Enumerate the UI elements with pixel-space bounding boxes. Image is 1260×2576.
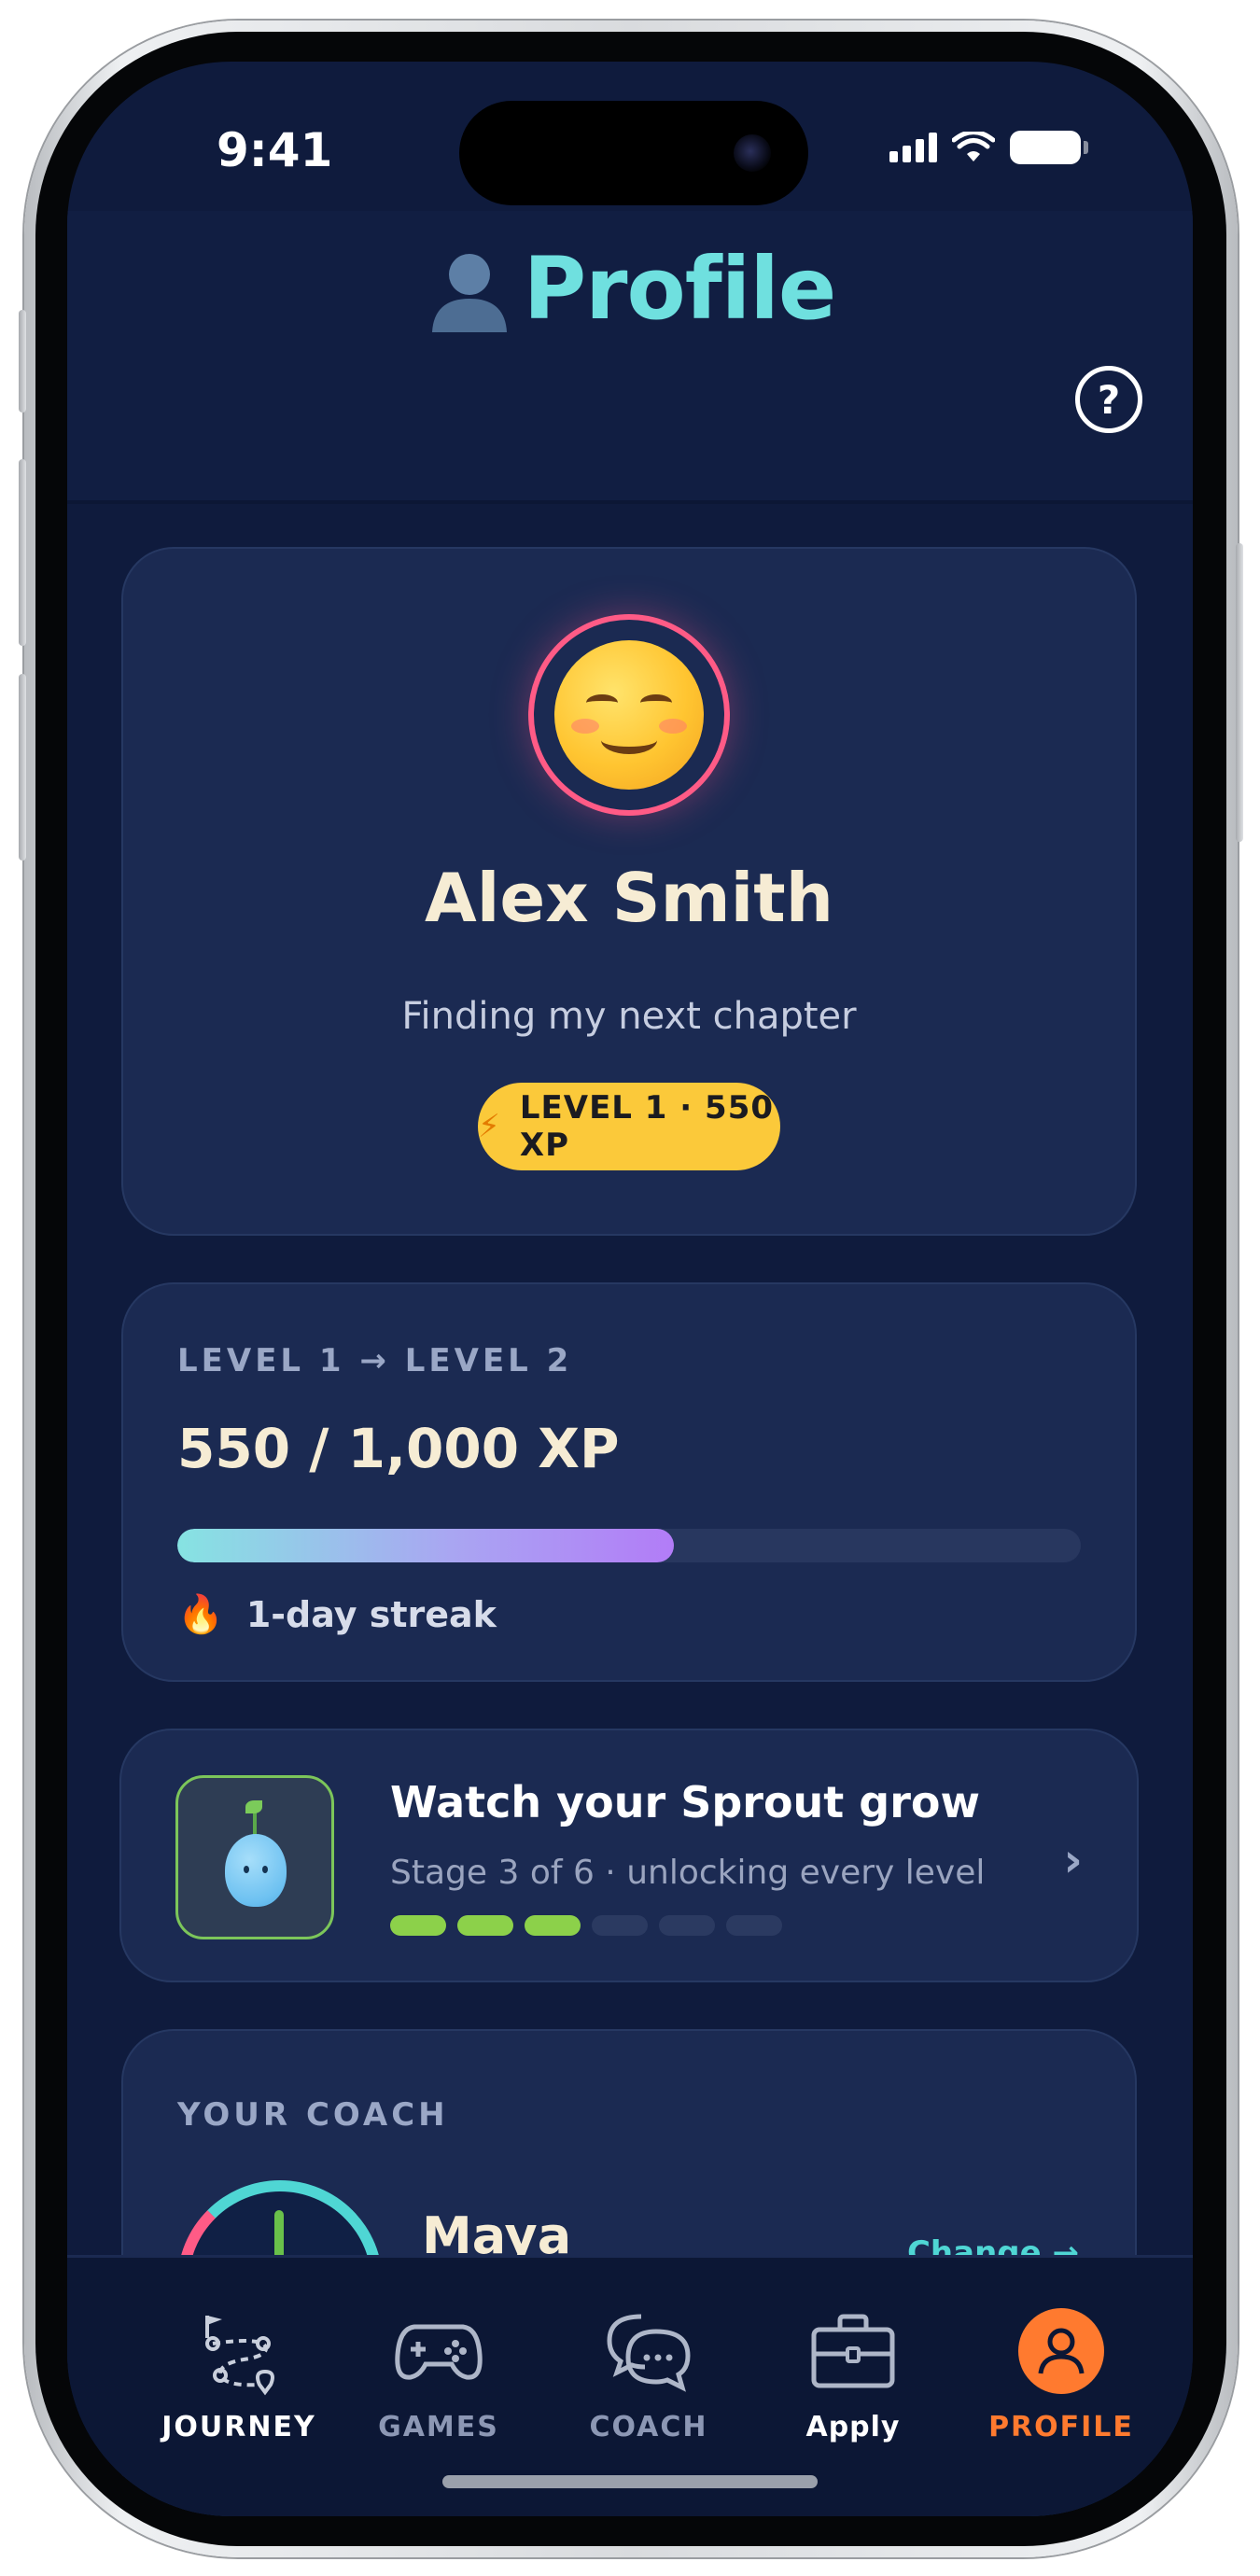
- tab-profile-label: PROFILE: [988, 2411, 1134, 2443]
- wifi-icon: [952, 132, 995, 161]
- status-time: 9:41: [217, 123, 333, 177]
- profile-icon: [1018, 2308, 1104, 2394]
- flame-icon: 🔥: [177, 1593, 224, 1636]
- xp-progress-fill: [177, 1529, 675, 1562]
- person-icon: [431, 253, 507, 332]
- signal-icon: [889, 133, 937, 162]
- tab-apply[interactable]: Apply: [746, 2258, 960, 2444]
- help-button[interactable]: ?: [1075, 366, 1142, 433]
- briefcase-icon: [811, 2314, 895, 2388]
- battery-icon: [1010, 131, 1088, 164]
- smiling-face-icon: [554, 640, 704, 790]
- sprout-stage-progress: [390, 1915, 782, 1936]
- action-button: [19, 310, 26, 413]
- profile-tagline: Finding my next chapter: [401, 995, 857, 1038]
- level-badge-label: LEVEL 1 · 550 XP: [519, 1089, 775, 1164]
- lightning-icon: ⚡: [478, 1108, 501, 1145]
- tab-games[interactable]: GAMES: [331, 2258, 546, 2444]
- bottom-tab-bar: JOURNEY GAMES COACH Apply PROFILE: [67, 2255, 1193, 2516]
- status-icons: [889, 131, 1088, 164]
- streak-row: 🔥 1-day streak: [177, 1592, 497, 1636]
- level-badge: ⚡ LEVEL 1 · 550 XP: [478, 1083, 780, 1170]
- streak-label: 1-day streak: [245, 1593, 497, 1635]
- sprout-stage-dot: [592, 1915, 648, 1936]
- gamepad-icon: [395, 2324, 483, 2380]
- xp-progress-card: LEVEL 1 → LEVEL 2 550 / 1,000 XP 🔥 1-day…: [121, 1282, 1137, 1682]
- page-title-text: Profile: [523, 239, 836, 339]
- coach-kicker: YOUR COACH: [177, 2096, 449, 2134]
- status-bar: 9:41: [67, 62, 1193, 211]
- xp-level-kicker: LEVEL 1 → LEVEL 2: [177, 1342, 573, 1379]
- page-title: Profile: [67, 239, 1193, 339]
- sprout-title: Watch your Sprout grow: [390, 1777, 981, 1827]
- sprout-stage-dot: [659, 1915, 715, 1936]
- tab-games-label: GAMES: [378, 2411, 499, 2443]
- journey-map-icon: [205, 2316, 274, 2396]
- tab-coach[interactable]: COACH: [541, 2258, 756, 2444]
- sprout-card[interactable]: Watch your Sprout grow Stage 3 of 6 · un…: [119, 1729, 1139, 1982]
- xp-value: 550 / 1,000 XP: [177, 1417, 620, 1480]
- chevron-right-icon: ›: [1063, 1833, 1083, 1887]
- tab-apply-label: Apply: [805, 2411, 901, 2443]
- sprout-thumbnail: [175, 1775, 334, 1939]
- volume-down-button: [19, 674, 26, 861]
- tab-profile[interactable]: PROFILE: [954, 2258, 1169, 2444]
- home-indicator[interactable]: [442, 2475, 818, 2488]
- profile-card: Alex Smith Finding my next chapter ⚡ LEV…: [121, 547, 1137, 1236]
- power-button: [1236, 543, 1243, 842]
- app-screen: 9:41 Profile ? Alex Smith Finding my nex…: [67, 62, 1193, 2516]
- header-divider: [67, 500, 1193, 504]
- sprout-stage-dot: [726, 1915, 782, 1936]
- sprout-stage-dot: [525, 1915, 581, 1936]
- sprout-stage-dot: [457, 1915, 513, 1936]
- volume-up-button: [19, 459, 26, 646]
- tab-journey[interactable]: JOURNEY: [132, 2258, 346, 2444]
- sprout-subtitle: Stage 3 of 6 · unlocking every level: [390, 1854, 986, 1892]
- dynamic-island: [459, 101, 808, 205]
- sprout-icon: [225, 1834, 287, 1907]
- avatar[interactable]: [528, 614, 730, 816]
- camera-icon: [734, 134, 771, 172]
- tab-coach-label: COACH: [589, 2411, 708, 2443]
- chat-bubbles-icon: [607, 2314, 691, 2392]
- profile-name: Alex Smith: [425, 859, 833, 937]
- xp-progress-bar: [177, 1529, 1081, 1562]
- sprout-stage-dot: [390, 1915, 446, 1936]
- tab-journey-label: JOURNEY: [161, 2411, 316, 2443]
